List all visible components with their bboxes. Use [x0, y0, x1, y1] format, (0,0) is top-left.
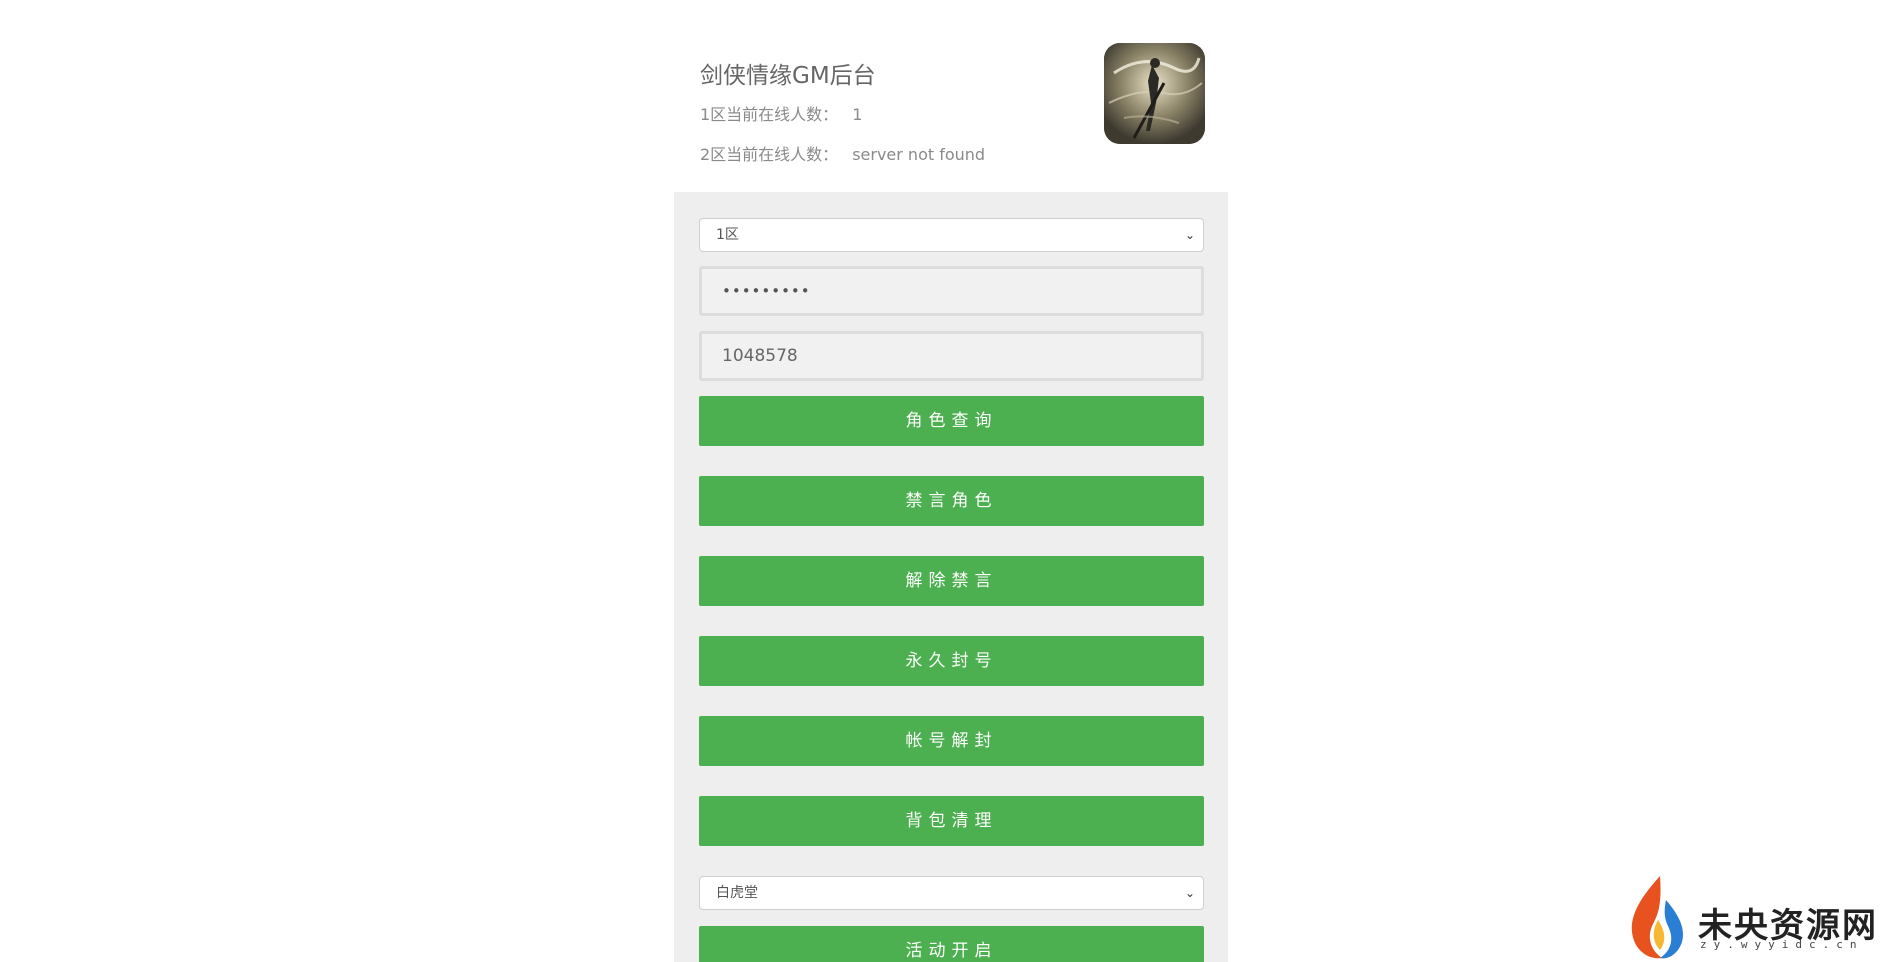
role-id-field[interactable]: 1048578 — [699, 331, 1204, 381]
zone1-online-value: 1 — [852, 105, 863, 124]
game-logo-icon — [1104, 43, 1205, 144]
zone1-online-count: 1区当前在线人数： 1 — [700, 101, 862, 125]
chevron-down-icon: ⌄ — [1184, 886, 1195, 900]
password-field-value: ••••••••• — [722, 282, 811, 300]
activity-open-button[interactable]: 活动开启 — [699, 926, 1204, 962]
zone-select-value: 1区 — [716, 227, 739, 243]
unmute-button[interactable]: 解除禁言 — [699, 556, 1204, 606]
role-id-field-value: 1048578 — [722, 346, 798, 366]
zone2-online-count: 2区当前在线人数： server not found — [700, 141, 985, 165]
mute-role-button[interactable]: 禁言角色 — [699, 476, 1204, 526]
password-field[interactable]: ••••••••• — [699, 266, 1204, 316]
zone1-online-label: 1区当前在线人数： — [700, 105, 839, 124]
header: 剑侠情缘GM后台 1区当前在线人数： 1 2区当前在线人数： server not … — [674, 0, 1228, 192]
gm-admin-page: 剑侠情缘GM后台 1区当前在线人数： 1 2区当前在线人数： server not … — [0, 0, 1903, 962]
zone-select[interactable]: 1区 ⌄ — [699, 218, 1204, 252]
query-role-button[interactable]: 角色查询 — [699, 396, 1204, 446]
activity-select-value: 白虎堂 — [716, 885, 758, 901]
flame-logo-icon — [1631, 876, 1684, 959]
watermark-subtitle: zy.wyyidc.cn — [1700, 938, 1864, 951]
permanent-ban-button[interactable]: 永久封号 — [699, 636, 1204, 686]
account-unban-button[interactable]: 帐号解封 — [699, 716, 1204, 766]
chevron-down-icon: ⌄ — [1184, 228, 1195, 242]
site-watermark: 未央资源网 zy.wyyidc.cn — [1622, 870, 1903, 962]
activity-select[interactable]: 白虎堂 ⌄ — [699, 876, 1204, 910]
gm-form-panel: 1区 ⌄ ••••••••• 1048578 角色查询 禁言角色 解除禁言 永久… — [674, 192, 1228, 962]
clear-bag-button[interactable]: 背包清理 — [699, 796, 1204, 846]
zone2-online-value: server not found — [852, 145, 986, 164]
zone2-online-label: 2区当前在线人数： — [700, 145, 839, 164]
page-title: 剑侠情缘GM后台 — [700, 63, 876, 89]
